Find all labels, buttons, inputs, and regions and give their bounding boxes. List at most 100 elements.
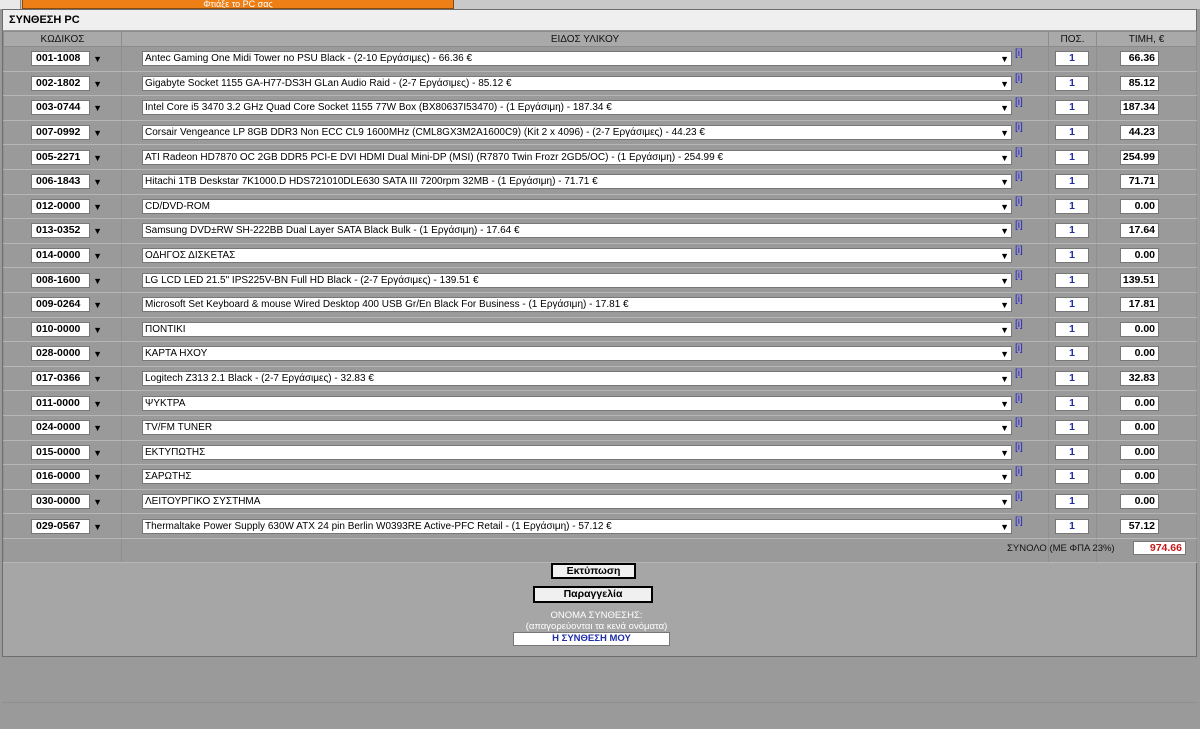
build-name-input[interactable]: Η ΣΥΝΘΕΣΗ ΜΟΥ: [513, 632, 670, 646]
info-icon[interactable]: [i]: [1015, 147, 1023, 158]
quantity-field[interactable]: 1: [1055, 198, 1089, 214]
info-icon[interactable]: [i]: [1015, 393, 1023, 404]
info-icon[interactable]: [i]: [1015, 466, 1023, 477]
item-select[interactable]: ΠΟΝΤΙΚΙ ▼: [142, 321, 1012, 337]
code-select[interactable]: 028-0000 ▼: [31, 346, 102, 362]
item-select[interactable]: ΛΕΙΤΟΥΡΓΙΚΟ ΣΥΣΤΗΜΑ ▼: [142, 493, 1012, 509]
chevron-down-icon[interactable]: ▼: [93, 447, 102, 460]
quantity-field[interactable]: 1: [1055, 493, 1089, 509]
quantity-field[interactable]: 1: [1055, 518, 1089, 534]
chevron-down-icon[interactable]: ▼: [1000, 447, 1009, 459]
chevron-down-icon[interactable]: ▼: [93, 78, 102, 91]
item-select[interactable]: Logitech Z313 2.1 Black - (2-7 Εργάσιμες…: [142, 371, 1012, 387]
chevron-down-icon[interactable]: ▼: [93, 176, 102, 189]
chevron-down-icon[interactable]: ▼: [93, 250, 102, 263]
chevron-down-icon[interactable]: ▼: [1000, 250, 1009, 262]
code-select[interactable]: 009-0264 ▼: [31, 297, 102, 313]
info-icon[interactable]: [i]: [1015, 196, 1023, 207]
info-icon[interactable]: [i]: [1015, 245, 1023, 256]
print-button[interactable]: Εκτύπωση: [551, 563, 636, 579]
item-select[interactable]: ΕΚΤΥΠΩΤΗΣ ▼: [142, 444, 1012, 460]
code-select[interactable]: 014-0000 ▼: [31, 248, 102, 264]
item-select[interactable]: ATI Radeon HD7870 OC 2GB DDR5 PCI-E DVI …: [142, 149, 1012, 165]
item-select[interactable]: Gigabyte Socket 1155 GA-H77-DS3H GLan Au…: [142, 75, 1012, 91]
code-select[interactable]: 011-0000 ▼: [31, 395, 102, 411]
chevron-down-icon[interactable]: ▼: [1000, 348, 1009, 360]
chevron-down-icon[interactable]: ▼: [93, 373, 102, 386]
chevron-down-icon[interactable]: ▼: [1000, 201, 1009, 213]
tab-build-pc[interactable]: Φτιάξε το PC σας: [22, 0, 454, 9]
item-select[interactable]: Samsung DVD±RW SH-222BB Dual Layer SATA …: [142, 223, 1012, 239]
item-select[interactable]: ΣΑΡΩΤΗΣ ▼: [142, 469, 1012, 485]
code-select[interactable]: 007-0992 ▼: [31, 125, 102, 141]
item-select[interactable]: Thermaltake Power Supply 630W ATX 24 pin…: [142, 518, 1012, 534]
tab-first[interactable]: [0, 0, 21, 9]
chevron-down-icon[interactable]: ▼: [1000, 496, 1009, 508]
chevron-down-icon[interactable]: ▼: [93, 348, 102, 361]
quantity-field[interactable]: 1: [1055, 51, 1089, 67]
code-select[interactable]: 013-0352 ▼: [31, 223, 102, 239]
info-icon[interactable]: [i]: [1015, 171, 1023, 182]
chevron-down-icon[interactable]: ▼: [1000, 152, 1009, 164]
chevron-down-icon[interactable]: ▼: [1000, 176, 1009, 188]
code-select[interactable]: 030-0000 ▼: [31, 493, 102, 509]
quantity-field[interactable]: 1: [1055, 469, 1089, 485]
chevron-down-icon[interactable]: ▼: [93, 102, 102, 115]
quantity-field[interactable]: 1: [1055, 444, 1089, 460]
info-icon[interactable]: [i]: [1015, 368, 1023, 379]
code-select[interactable]: 012-0000 ▼: [31, 198, 102, 214]
code-select[interactable]: 015-0000 ▼: [31, 444, 102, 460]
item-select[interactable]: ΟΔΗΓΟΣ ΔΙΣΚΕΤΑΣ ▼: [142, 248, 1012, 264]
chevron-down-icon[interactable]: ▼: [1000, 127, 1009, 139]
quantity-field[interactable]: 1: [1055, 321, 1089, 337]
chevron-down-icon[interactable]: ▼: [93, 324, 102, 337]
item-select[interactable]: Hitachi 1TB Deskstar 7K1000.D HDS721010D…: [142, 174, 1012, 190]
chevron-down-icon[interactable]: ▼: [93, 275, 102, 288]
code-select[interactable]: 010-0000 ▼: [31, 321, 102, 337]
item-select[interactable]: Antec Gaming One Midi Tower no PSU Black…: [142, 51, 1012, 67]
item-select[interactable]: ΨΥΚΤΡΑ ▼: [142, 395, 1012, 411]
chevron-down-icon[interactable]: ▼: [93, 471, 102, 484]
chevron-down-icon[interactable]: ▼: [1000, 299, 1009, 311]
chevron-down-icon[interactable]: ▼: [93, 225, 102, 238]
chevron-down-icon[interactable]: ▼: [1000, 373, 1009, 385]
quantity-field[interactable]: 1: [1055, 174, 1089, 190]
info-icon[interactable]: [i]: [1015, 220, 1023, 231]
code-select[interactable]: 002-1802 ▼: [31, 75, 102, 91]
info-icon[interactable]: [i]: [1015, 97, 1023, 108]
info-icon[interactable]: [i]: [1015, 417, 1023, 428]
chevron-down-icon[interactable]: ▼: [1000, 398, 1009, 410]
item-select[interactable]: Intel Core i5 3470 3.2 GHz Quad Core Soc…: [142, 100, 1012, 116]
chevron-down-icon[interactable]: ▼: [93, 521, 102, 534]
quantity-field[interactable]: 1: [1055, 100, 1089, 116]
quantity-field[interactable]: 1: [1055, 125, 1089, 141]
quantity-field[interactable]: 1: [1055, 420, 1089, 436]
chevron-down-icon[interactable]: ▼: [1000, 275, 1009, 287]
item-select[interactable]: Corsair Vengeance LP 8GB DDR3 Non ECC CL…: [142, 125, 1012, 141]
item-select[interactable]: TV/FM TUNER ▼: [142, 420, 1012, 436]
item-select[interactable]: Microsoft Set Keyboard & mouse Wired Des…: [142, 297, 1012, 313]
code-select[interactable]: 016-0000 ▼: [31, 469, 102, 485]
chevron-down-icon[interactable]: ▼: [93, 201, 102, 214]
chevron-down-icon[interactable]: ▼: [1000, 521, 1009, 533]
code-select[interactable]: 008-1600 ▼: [31, 272, 102, 288]
quantity-field[interactable]: 1: [1055, 395, 1089, 411]
chevron-down-icon[interactable]: ▼: [1000, 471, 1009, 483]
quantity-field[interactable]: 1: [1055, 149, 1089, 165]
code-select[interactable]: 024-0000 ▼: [31, 420, 102, 436]
quantity-field[interactable]: 1: [1055, 297, 1089, 313]
info-icon[interactable]: [i]: [1015, 73, 1023, 84]
item-select[interactable]: ΚΑΡΤΑ ΗΧΟΥ ▼: [142, 346, 1012, 362]
quantity-field[interactable]: 1: [1055, 75, 1089, 91]
info-icon[interactable]: [i]: [1015, 48, 1023, 59]
code-select[interactable]: 017-0366 ▼: [31, 371, 102, 387]
chevron-down-icon[interactable]: ▼: [93, 299, 102, 312]
info-icon[interactable]: [i]: [1015, 516, 1023, 527]
chevron-down-icon[interactable]: ▼: [1000, 422, 1009, 434]
quantity-field[interactable]: 1: [1055, 371, 1089, 387]
info-icon[interactable]: [i]: [1015, 442, 1023, 453]
code-select[interactable]: 003-0744 ▼: [31, 100, 102, 116]
info-icon[interactable]: [i]: [1015, 294, 1023, 305]
quantity-field[interactable]: 1: [1055, 272, 1089, 288]
chevron-down-icon[interactable]: ▼: [1000, 102, 1009, 114]
